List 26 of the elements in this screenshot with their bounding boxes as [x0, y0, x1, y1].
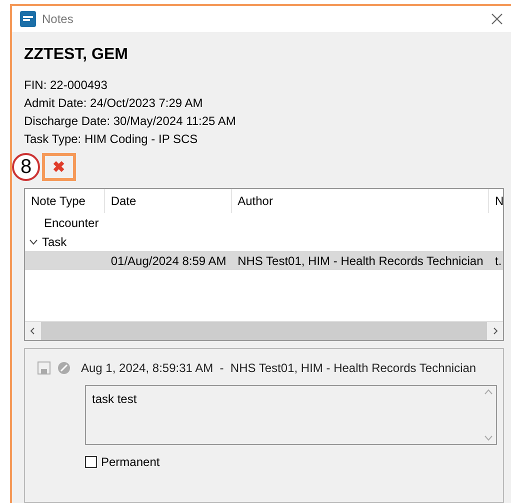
step-badge: 8: [12, 153, 40, 181]
close-icon[interactable]: [491, 13, 503, 25]
notes-app-icon: [20, 11, 36, 27]
table-cell-text: 01/Aug/2024 8:59 AM: [110, 254, 228, 268]
table-row[interactable]: Task: [25, 232, 503, 251]
chevron-icon[interactable]: [29, 238, 38, 244]
note-type-text: Encounter: [44, 216, 99, 230]
patient-detail: Admit Date: 24/Oct/2023 7:29 AM: [24, 95, 204, 112]
window-title: Notes: [42, 12, 74, 26]
patient-detail: Discharge Date: 30/May/2024 11:25 AM: [24, 113, 237, 130]
column-header[interactable]: Note Type: [25, 189, 105, 213]
table-row[interactable]: Encounter: [25, 213, 503, 232]
delete-button[interactable]: ✖: [42, 153, 76, 181]
column-header[interactable]: Date: [104, 189, 232, 213]
table-row[interactable]: 01/Aug/2024 8:59 AM NHS Test01, HIM - Health Records Technician t.: [25, 251, 503, 270]
patient-name: ZZTEST, GEM: [24, 46, 129, 64]
column-header[interactable]: N: [489, 189, 503, 213]
table-cell-text: NHS Test01, HIM - Health Records Technician: [236, 254, 484, 268]
table-cell-text: t.: [494, 254, 503, 268]
permanent-checkbox[interactable]: [85, 456, 97, 468]
note-type-text: Task: [42, 234, 67, 248]
checkbox-label: Permanent: [101, 455, 160, 469]
patient-detail: FIN: 22-000493: [24, 77, 108, 94]
note-header: Aug 1, 2024, 8:59:31 AM - NHS Test01, HIM - Health Records Technician: [81, 361, 476, 375]
column-header[interactable]: Author: [232, 189, 490, 213]
patient-detail: Task Type: HIM Coding - IP SCS: [24, 131, 199, 148]
